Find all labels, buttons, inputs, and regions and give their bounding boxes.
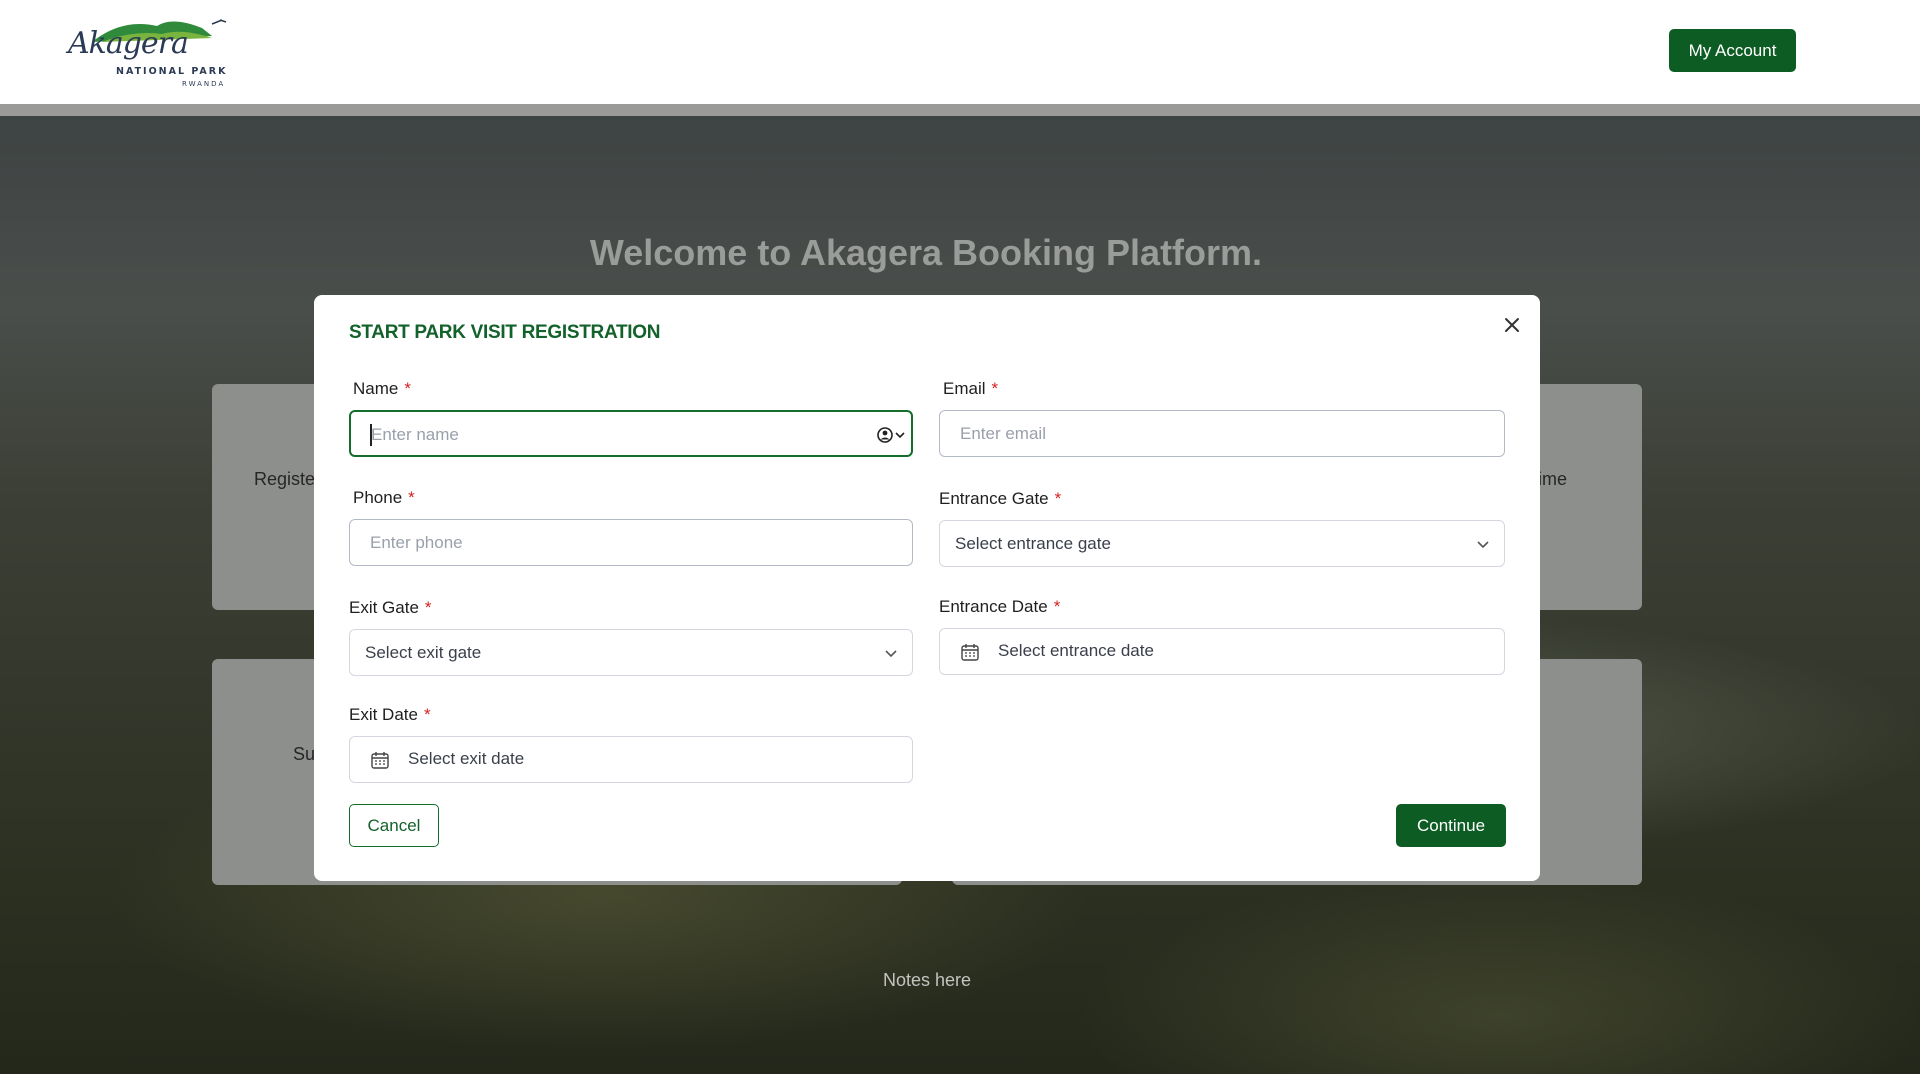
email-placeholder: Enter email <box>960 424 1046 443</box>
my-account-button[interactable]: My Account <box>1669 29 1796 72</box>
chevron-down-icon <box>1477 541 1489 549</box>
akagera-logo[interactable]: Akagera NATIONAL PARK RWANDA <box>62 8 238 92</box>
phone-placeholder: Enter phone <box>370 533 463 552</box>
background-card-label: ime <box>1538 469 1568 489</box>
background-card-label: Su <box>293 744 316 764</box>
exit-gate-placeholder: Select exit gate <box>365 643 482 662</box>
entrance-gate-select[interactable]: Select entrance gate <box>939 520 1505 567</box>
email-label: Email * <box>943 379 999 398</box>
entrance-gate-label: Entrance Gate * <box>939 489 1062 508</box>
exit-date-placeholder: Select exit date <box>408 749 525 768</box>
calendar-icon <box>371 752 389 769</box>
registration-modal: START PARK VISIT REGISTRATION Name * Ente… <box>314 295 1540 881</box>
entrance-date-label: Entrance Date * <box>939 597 1061 616</box>
exit-date-label: Exit Date * <box>349 705 431 724</box>
close-icon[interactable] <box>1501 314 1523 336</box>
entrance-gate-placeholder: Select entrance gate <box>955 534 1111 553</box>
logo-script-text: Akagera <box>68 26 189 61</box>
continue-button[interactable]: Continue <box>1396 804 1506 847</box>
exit-gate-label: Exit Gate * <box>349 598 432 617</box>
cancel-button[interactable]: Cancel <box>349 804 439 847</box>
hero-title: Welcome to Akagera Booking Platform. <box>589 232 1263 273</box>
header-divider <box>0 104 1920 116</box>
name-placeholder: Enter name <box>371 425 459 444</box>
logo-national-park-text: NATIONAL PARK <box>116 66 228 77</box>
exit-gate-select[interactable]: Select exit gate <box>349 629 913 676</box>
entrance-date-picker[interactable]: Select entrance date <box>939 628 1505 675</box>
notes-text: Notes here <box>882 970 972 990</box>
phone-input[interactable]: Enter phone <box>349 519 913 566</box>
background-card-label: Registe <box>254 469 316 489</box>
top-header: Akagera NATIONAL PARK RWANDA My Account <box>0 0 1920 104</box>
email-input[interactable]: Enter email <box>939 410 1505 457</box>
logo-rwanda-text: RWANDA <box>182 80 226 88</box>
exit-date-picker[interactable]: Select exit date <box>349 736 913 783</box>
name-label: Name * <box>353 379 411 398</box>
calendar-icon <box>961 644 979 661</box>
phone-label: Phone * <box>353 488 415 507</box>
name-input[interactable]: Enter name <box>349 410 913 457</box>
chevron-down-icon <box>885 650 897 658</box>
modal-title: START PARK VISIT REGISTRATION <box>349 322 661 343</box>
autofill-contact-icon[interactable] <box>876 425 910 445</box>
entrance-date-placeholder: Select entrance date <box>998 641 1154 660</box>
